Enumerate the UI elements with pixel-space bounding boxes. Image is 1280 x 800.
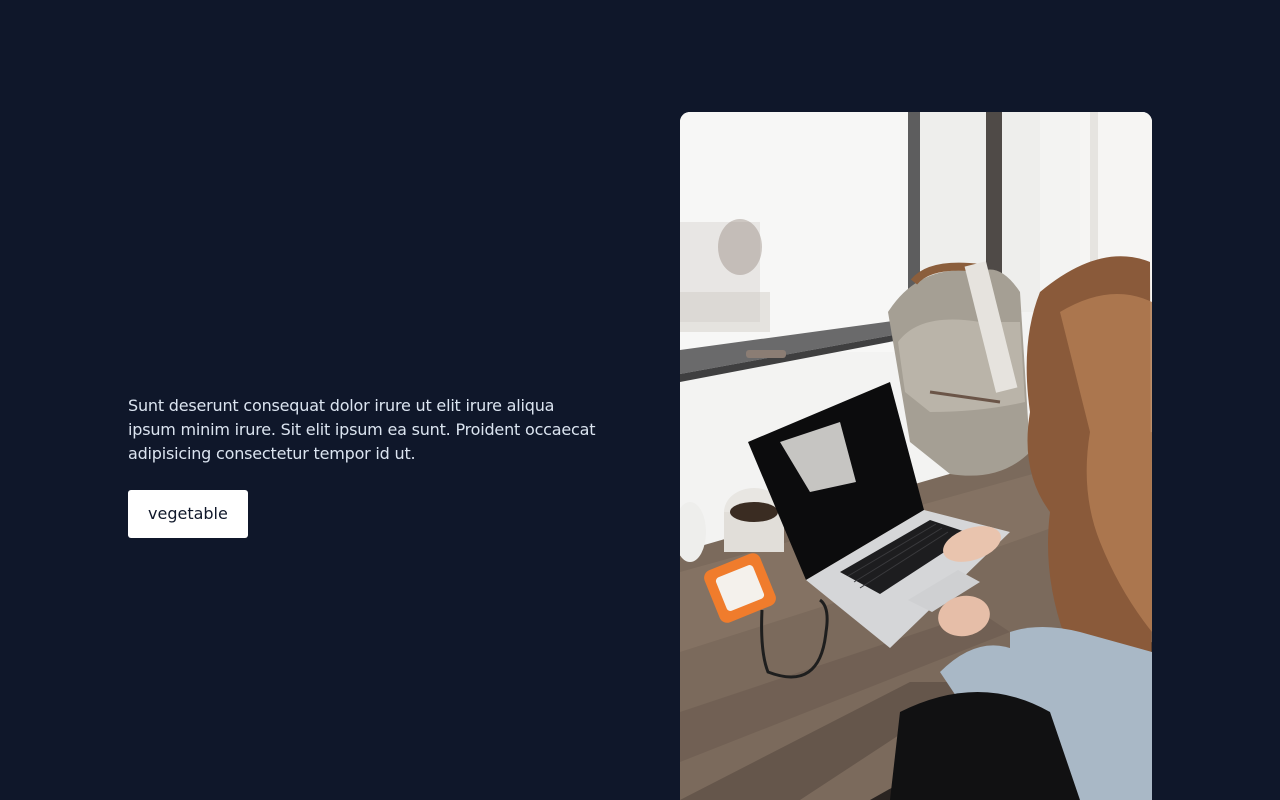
hero-description: Sunt deserunt consequat dolor irure ut e… bbox=[128, 396, 596, 463]
hero-section: Sunt deserunt consequat dolor irure ut e… bbox=[0, 0, 1280, 800]
vegetable-button[interactable]: vegetable bbox=[128, 490, 248, 538]
hero-text-column: Sunt deserunt consequat dolor irure ut e… bbox=[128, 394, 598, 538]
hero-photo-illustration bbox=[680, 112, 1152, 800]
hero-photo bbox=[680, 112, 1152, 800]
